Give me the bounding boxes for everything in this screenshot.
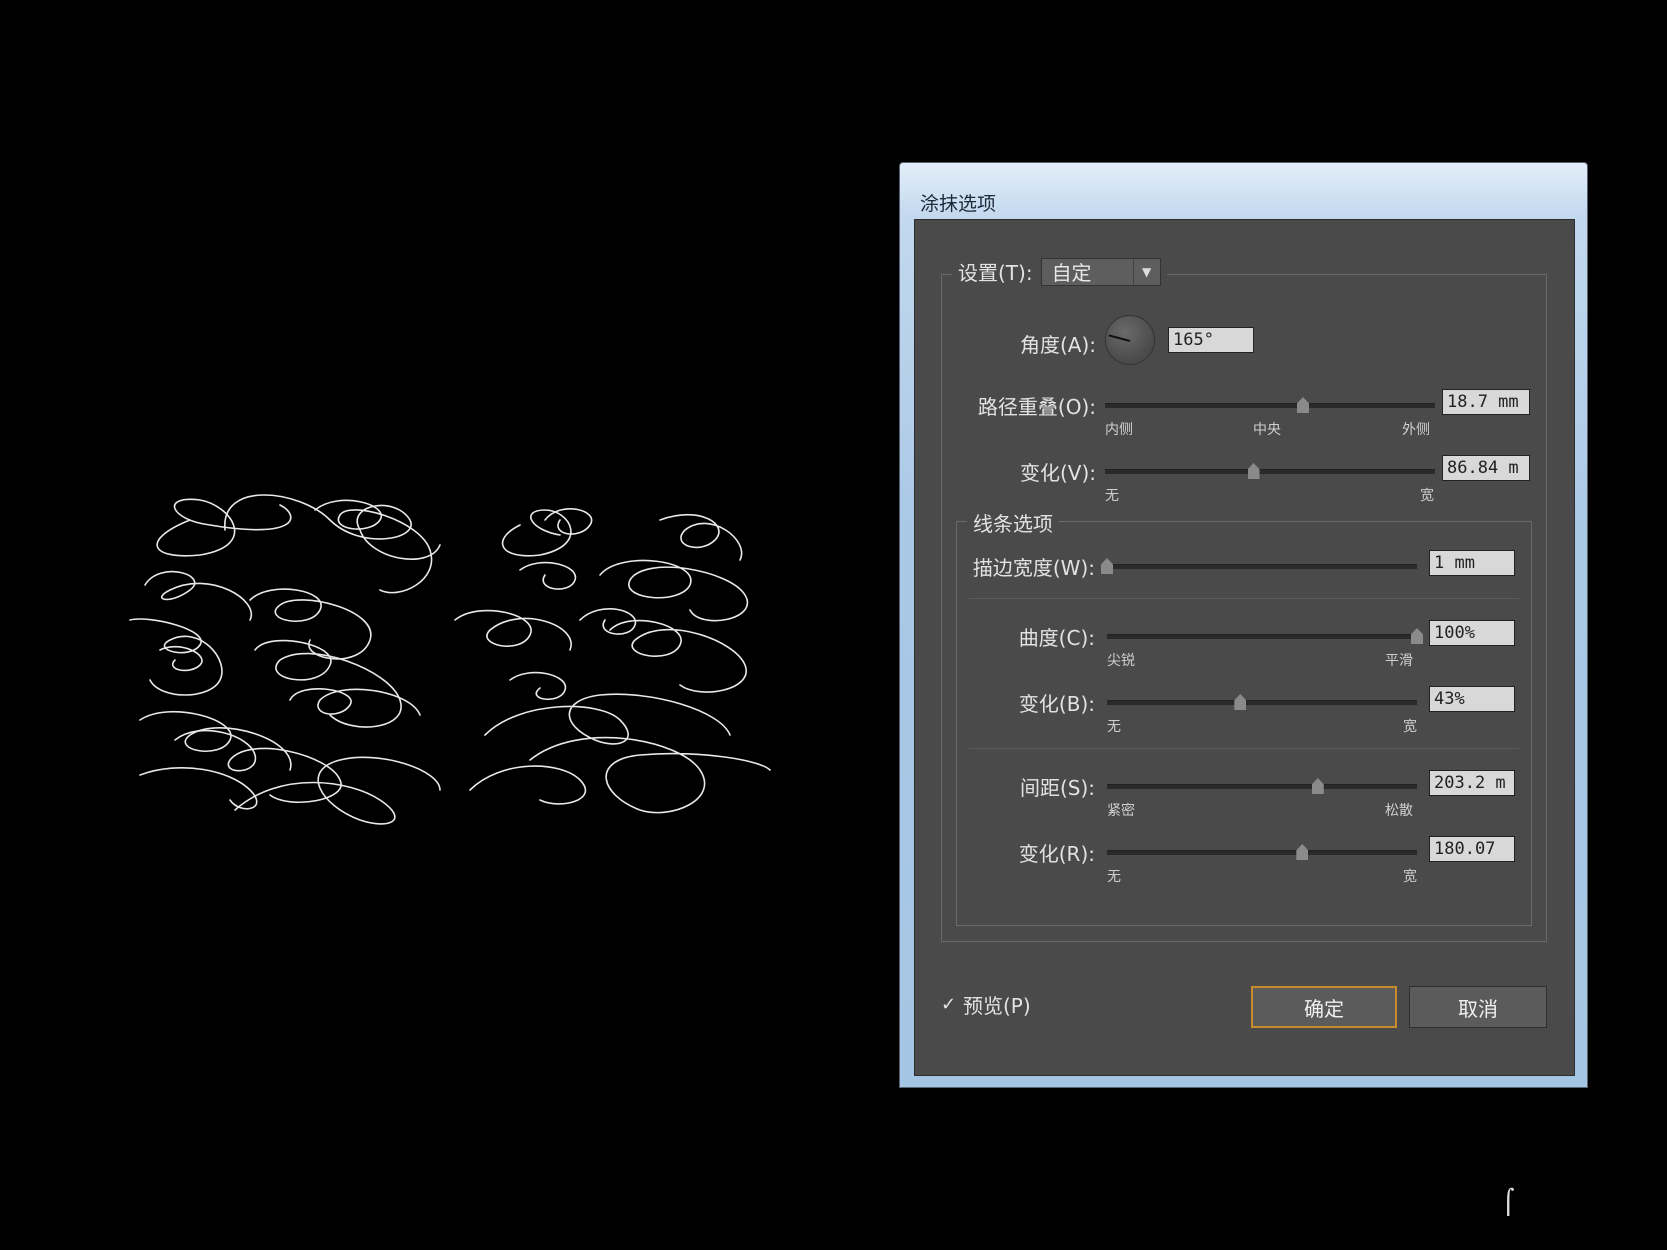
cancel-button[interactable]: 取消 bbox=[1409, 986, 1547, 1028]
line-options-title: 线条选项 bbox=[967, 508, 1059, 537]
settings-row: 设置(T): 自定 ▼ bbox=[952, 257, 1167, 286]
scribble-stroke bbox=[174, 729, 342, 803]
scribble-stroke bbox=[139, 766, 258, 810]
scribble-stroke bbox=[139, 711, 292, 771]
variation-r-tick-wide: 宽 bbox=[1403, 869, 1417, 885]
variation-b-tick-none: 无 bbox=[1107, 719, 1121, 735]
variation-r-slider[interactable] bbox=[1107, 844, 1417, 860]
curviness-slider[interactable] bbox=[1107, 628, 1423, 644]
scribble-stroke bbox=[159, 645, 203, 672]
spacing-tick-loose: 松散 bbox=[1385, 803, 1413, 819]
spacing-label: 间距(S): bbox=[1019, 776, 1095, 800]
curviness-tick-smooth: 平滑 bbox=[1385, 653, 1413, 669]
curviness-label: 曲度(C): bbox=[1018, 626, 1095, 650]
scribble-stroke bbox=[529, 736, 771, 814]
angle-dial-needle bbox=[1108, 334, 1131, 342]
path-overlap-label: 路径重叠(O): bbox=[977, 395, 1096, 419]
curviness-field[interactable]: 100% bbox=[1429, 620, 1515, 646]
path-overlap-tick-inner: 内侧 bbox=[1105, 422, 1133, 438]
line-options-group: 线条选项 描边宽度(W): 1 mm 曲度(C): 100% 尖锐 平滑 变化(… bbox=[956, 508, 1532, 926]
path-overlap-field[interactable]: 18.7 mm bbox=[1442, 389, 1530, 415]
variation-b-slider[interactable] bbox=[1107, 694, 1417, 710]
variation-r-field[interactable]: 180.07 bbox=[1429, 836, 1515, 862]
spacing-tick-tight: 紧密 bbox=[1107, 803, 1135, 819]
separator bbox=[969, 598, 1519, 599]
scribble-stroke bbox=[519, 561, 577, 590]
preview-label: 预览(P) bbox=[963, 994, 1031, 1018]
angle-label: 角度(A): bbox=[1019, 333, 1096, 357]
variation-v-slider[interactable] bbox=[1105, 463, 1435, 479]
scribble-stroke bbox=[469, 765, 587, 805]
scribble-settings-group: 设置(T): 自定 ▼ 角度(A): 165° 路径重叠(O): 18.7 mm… bbox=[941, 257, 1547, 942]
variation-b-tick-wide: 宽 bbox=[1403, 719, 1417, 735]
spacing-field[interactable]: 203.2 m bbox=[1429, 770, 1515, 796]
scribble-stroke bbox=[659, 514, 743, 561]
angle-dial[interactable] bbox=[1105, 315, 1155, 365]
variation-v-tick-wide: 宽 bbox=[1420, 488, 1434, 504]
preview-checkbox[interactable]: ✓ 预览(P) bbox=[941, 990, 1031, 1019]
curviness-tick-sharp: 尖锐 bbox=[1107, 653, 1135, 669]
variation-b-field[interactable]: 43% bbox=[1429, 686, 1515, 712]
spacing-slider[interactable] bbox=[1107, 778, 1417, 794]
scribble-stroke bbox=[484, 693, 731, 745]
dialog-client: 设置(T): 自定 ▼ 角度(A): 165° 路径重叠(O): 18.7 mm… bbox=[914, 219, 1575, 1076]
path-overlap-slider-thumb[interactable] bbox=[1297, 397, 1309, 413]
scribble-stroke bbox=[501, 509, 572, 557]
angle-field[interactable]: 165° bbox=[1168, 327, 1254, 353]
separator bbox=[969, 748, 1519, 749]
variation-v-label: 变化(V): bbox=[1019, 461, 1096, 485]
scribble-stroke bbox=[509, 671, 567, 701]
spacing-slider-thumb[interactable] bbox=[1311, 778, 1324, 794]
stroke-width-slider[interactable] bbox=[1101, 558, 1417, 574]
settings-label: 设置(T): bbox=[958, 261, 1033, 285]
checkmark-icon[interactable]: ✓ bbox=[941, 995, 957, 1013]
scribble-stroke bbox=[129, 618, 223, 696]
ok-button[interactable]: 确定 bbox=[1251, 986, 1397, 1028]
settings-dropdown[interactable]: 自定 ▼ bbox=[1040, 257, 1161, 286]
curviness-slider-thumb[interactable] bbox=[1411, 628, 1423, 644]
stroke-width-label: 描边宽度(W): bbox=[972, 556, 1095, 580]
variation-r-label: 变化(R): bbox=[1018, 842, 1095, 866]
stroke-width-slider-thumb[interactable] bbox=[1101, 558, 1113, 574]
variation-r-tick-none: 无 bbox=[1107, 869, 1121, 885]
scribble-stroke bbox=[599, 559, 749, 622]
variation-v-tick-none: 无 bbox=[1105, 488, 1119, 504]
variation-b-label: 变化(B): bbox=[1018, 692, 1095, 716]
scribble-stroke bbox=[454, 609, 572, 651]
variation-v-slider-thumb[interactable] bbox=[1247, 463, 1260, 479]
settings-dropdown-value: 自定 bbox=[1051, 261, 1092, 285]
scribble-stroke bbox=[144, 570, 253, 621]
scribble-stroke bbox=[249, 588, 372, 660]
variation-v-field[interactable]: 86.84 m bbox=[1442, 455, 1530, 481]
variation-r-slider-thumb[interactable] bbox=[1296, 844, 1309, 860]
scribble-stroke bbox=[156, 498, 292, 557]
variation-b-slider-thumb[interactable] bbox=[1234, 694, 1247, 710]
scribble-options-dialog: 涂抹选项 设置(T): 自定 ▼ 角度(A): 165° 路径重叠(O): 18… bbox=[899, 162, 1588, 1088]
path-overlap-tick-outer: 外侧 bbox=[1402, 422, 1430, 438]
path-overlap-slider[interactable] bbox=[1105, 397, 1435, 413]
stroke-width-field[interactable]: 1 mm bbox=[1429, 550, 1515, 576]
path-overlap-tick-center: 中央 bbox=[1253, 422, 1281, 438]
chevron-down-icon[interactable]: ▼ bbox=[1132, 258, 1160, 285]
text-cursor-icon: ⌠ bbox=[1502, 1188, 1515, 1216]
window-title: 涂抹选项 bbox=[920, 193, 997, 215]
